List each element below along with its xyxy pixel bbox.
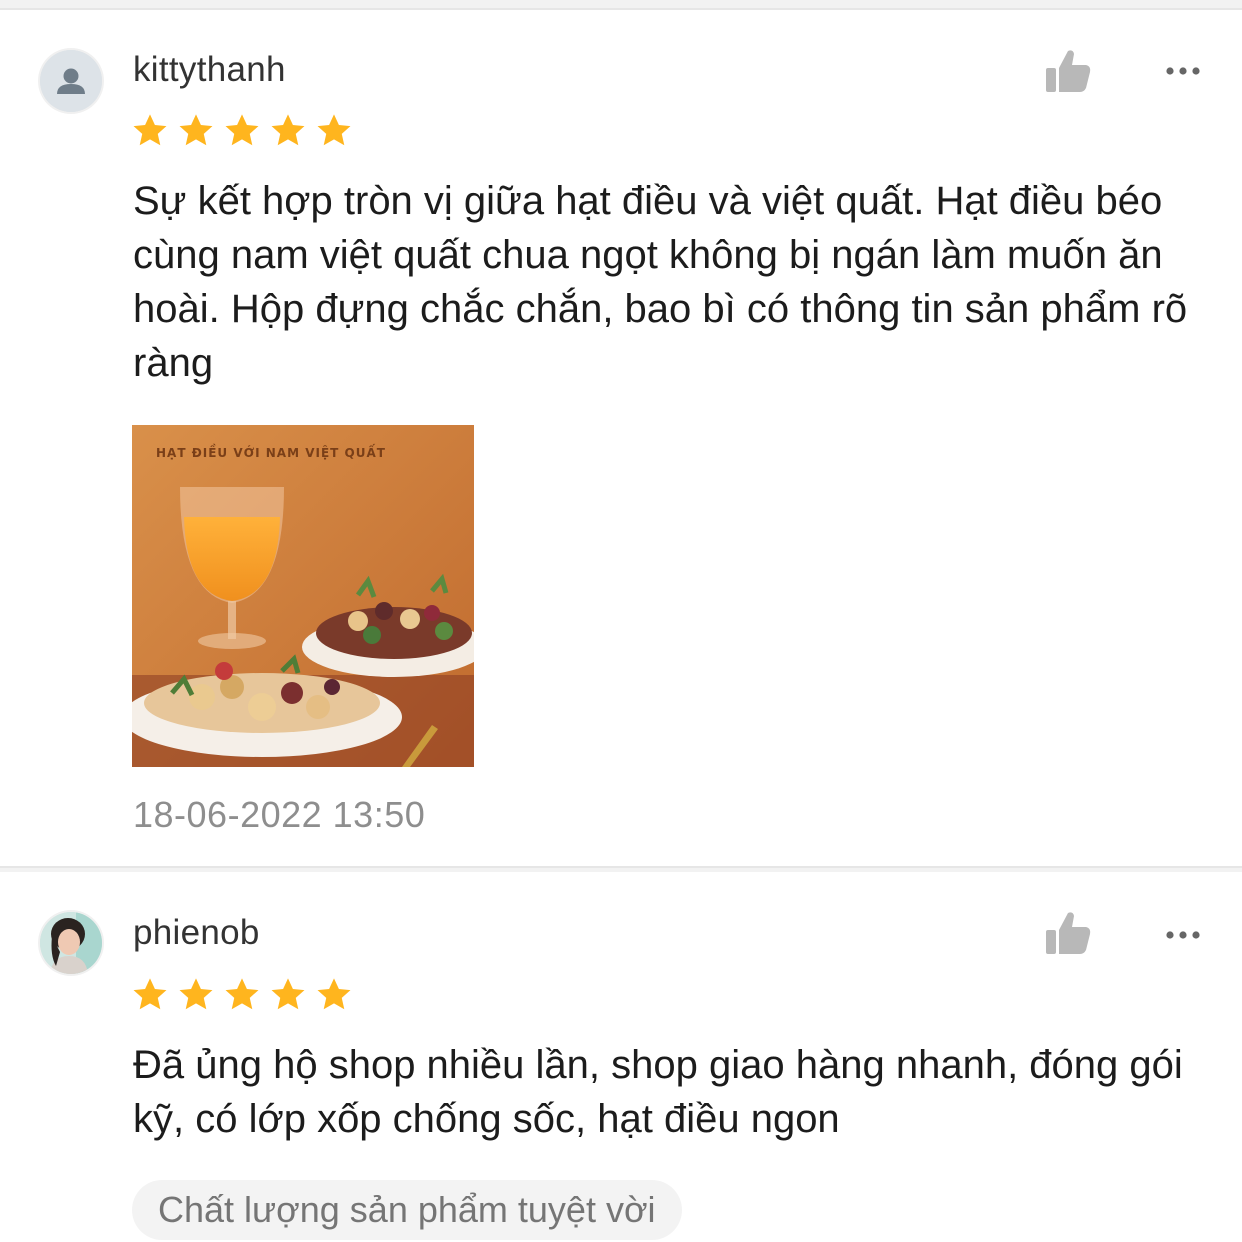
more-options-icon[interactable] — [1164, 64, 1204, 76]
avatar[interactable] — [40, 50, 102, 112]
reviewer-username[interactable]: phienob — [133, 913, 260, 953]
star-icon — [133, 114, 167, 146]
review-photo[interactable]: HẠT ĐIỀU VỚI NAM VIỆT QUẤT — [132, 425, 474, 767]
user-photo — [40, 912, 102, 974]
more-options-icon[interactable] — [1164, 928, 1204, 940]
star-rating — [131, 112, 353, 150]
review-item: phienob Đã ủng hộ shop nhiều lần, shop g… — [0, 872, 1242, 1242]
top-divider — [0, 0, 1242, 10]
reviewer-username[interactable]: kittythanh — [133, 50, 286, 90]
star-icon — [271, 978, 305, 1010]
product-photo-illustration — [132, 425, 474, 767]
star-icon — [225, 978, 259, 1010]
thumbs-up-icon[interactable] — [1044, 910, 1092, 956]
star-icon — [133, 978, 167, 1010]
star-icon — [317, 114, 351, 146]
review-comment: Sự kết hợp tròn vị giữa hạt điều và việt… — [133, 179, 1188, 385]
review-timestamp: 18-06-2022 13:50 — [133, 794, 426, 835]
thumbs-up-icon[interactable] — [1044, 48, 1092, 94]
star-icon — [179, 114, 213, 146]
default-user-icon — [40, 50, 102, 112]
review-comment: Đã ủng hộ shop nhiều lần, shop giao hàng… — [133, 1043, 1183, 1141]
avatar[interactable] — [40, 912, 102, 974]
star-icon — [317, 978, 351, 1010]
review-tag-chip: Chất lượng sản phẩm tuyệt vời — [132, 1180, 682, 1240]
review-item: kittythanh Sự kết hợp tròn vị giữa hạt đ… — [0, 12, 1242, 868]
star-icon — [225, 114, 259, 146]
star-icon — [179, 978, 213, 1010]
photo-caption: HẠT ĐIỀU VỚI NAM VIỆT QUẤT — [156, 446, 386, 460]
star-rating — [131, 976, 353, 1014]
star-icon — [271, 114, 305, 146]
